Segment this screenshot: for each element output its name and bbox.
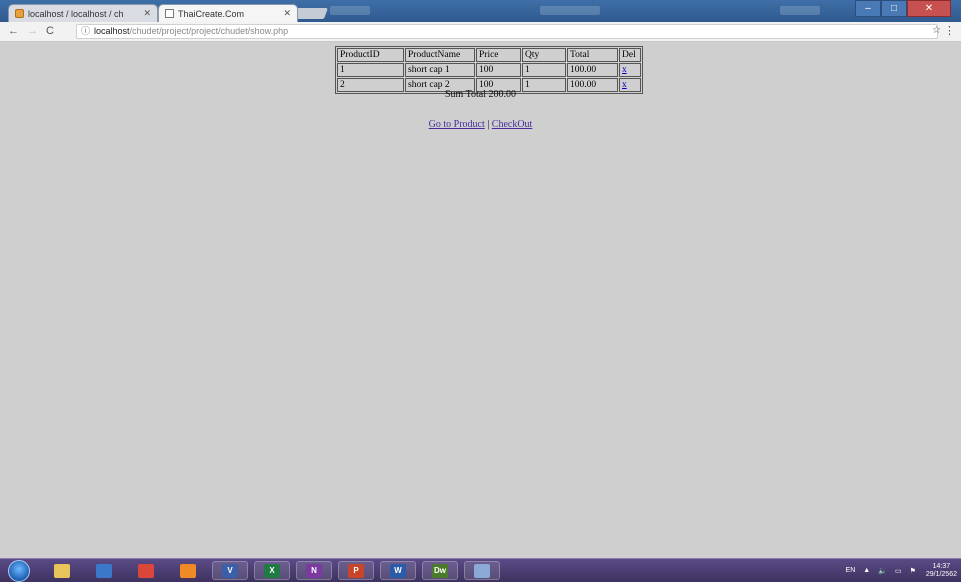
- cell-qty: 1: [522, 63, 566, 77]
- chrome-icon: [138, 563, 154, 578]
- tab-phpmyadmin[interactable]: localhost / localhost / ch ✕: [8, 4, 158, 22]
- header-product-name: ProductName: [405, 48, 475, 62]
- back-arrow-icon[interactable]: ←: [8, 24, 19, 38]
- nav-links: Go to Product | CheckOut: [0, 119, 961, 130]
- clock-time: 14:37: [932, 562, 951, 570]
- cart-table: ProductID ProductName Price Qty Total De…: [335, 46, 643, 94]
- header-total: Total: [567, 48, 618, 62]
- close-window-button[interactable]: ✕: [907, 0, 951, 17]
- blurred-region: [540, 6, 600, 15]
- taskbar-app-button[interactable]: W: [380, 561, 416, 580]
- page-icon: [165, 9, 174, 18]
- tab-title: localhost / localhost / ch: [28, 8, 124, 19]
- cell-price: 100: [476, 63, 521, 77]
- tab-title: ThaiCreate.Com: [178, 8, 245, 19]
- start-button[interactable]: [8, 560, 30, 582]
- taskbar-app-button[interactable]: [44, 561, 80, 580]
- delete-link[interactable]: x: [622, 65, 627, 75]
- taskbar-app-button[interactable]: V: [212, 561, 248, 580]
- language-indicator[interactable]: EN: [846, 567, 856, 574]
- browser-title-bar: localhost / localhost / ch ✕ ThaiCreate.…: [0, 0, 961, 22]
- bookmark-star-icon[interactable]: ☆: [932, 25, 941, 36]
- header-price: Price: [476, 48, 521, 62]
- header-qty: Qty: [522, 48, 566, 62]
- file-explorer-icon: [54, 563, 70, 578]
- taskbar-app-button[interactable]: [128, 561, 164, 580]
- header-del: Del: [619, 48, 641, 62]
- volume-icon[interactable]: 🔈: [878, 567, 887, 575]
- address-host: localhost: [94, 26, 130, 36]
- clock[interactable]: 14:37 29/1/2562: [926, 563, 957, 579]
- sum-total: Sum Total 200.00: [444, 89, 517, 100]
- table-header-row: ProductID ProductName Price Qty Total De…: [337, 48, 641, 62]
- cell-del: x: [619, 63, 641, 77]
- info-icon[interactable]: ⓘ: [81, 26, 90, 36]
- dreamweaver-icon: Dw: [432, 563, 448, 578]
- taskbar-app-button[interactable]: N: [296, 561, 332, 580]
- taskbar-app-button[interactable]: [170, 561, 206, 580]
- maximize-button[interactable]: □: [881, 0, 907, 17]
- address-bar[interactable]: ⓘ localhost/chudet/project/project/chudet…: [76, 24, 938, 39]
- firefox-icon: [180, 563, 196, 578]
- paint-icon: [474, 563, 490, 578]
- taskbar-app-button[interactable]: [464, 561, 500, 580]
- close-tab-icon[interactable]: ✕: [283, 8, 291, 19]
- browser-toolbar: ← → C ⓘ localhost/chudet/project/project/…: [0, 22, 961, 42]
- onenote-icon: N: [306, 563, 322, 578]
- network-icon[interactable]: ▭: [895, 567, 902, 575]
- taskbar: V X N P W Dw EN ▲ 🔈 ▭ ⚑ 14:37 29/1/2562: [0, 558, 961, 582]
- blurred-region: [780, 6, 820, 15]
- header-product-id: ProductID: [337, 48, 404, 62]
- link-separator: |: [487, 119, 490, 130]
- cell-product-name: short cap 1: [405, 63, 475, 77]
- media-player-icon: [96, 563, 112, 578]
- blurred-region: [330, 6, 370, 15]
- reload-icon[interactable]: C: [46, 24, 54, 38]
- visio-icon: V: [222, 563, 238, 578]
- taskbar-app-button[interactable]: X: [254, 561, 290, 580]
- table-row: 1 short cap 1 100 1 100.00 x: [337, 63, 641, 77]
- tab-thaicreate[interactable]: ThaiCreate.Com ✕: [158, 4, 298, 22]
- excel-icon: X: [264, 563, 280, 578]
- menu-dots-icon[interactable]: ⋮: [944, 24, 955, 37]
- taskbar-app-button[interactable]: Dw: [422, 561, 458, 580]
- close-tab-icon[interactable]: ✕: [143, 8, 151, 19]
- taskbar-app-button[interactable]: P: [338, 561, 374, 580]
- powerpoint-icon: P: [348, 563, 364, 578]
- system-tray: EN ▲ 🔈 ▭ ⚑ 14:37 29/1/2562: [838, 561, 957, 580]
- cell-product-id: 1: [337, 63, 404, 77]
- page-content: ProductID ProductName Price Qty Total De…: [0, 42, 961, 558]
- clock-date: 29/1/2562: [925, 570, 957, 578]
- cell-total: 100.00: [567, 63, 618, 77]
- word-icon: W: [390, 563, 406, 578]
- taskbar-app-button[interactable]: [86, 561, 122, 580]
- minimize-button[interactable]: –: [855, 0, 881, 17]
- flag-icon[interactable]: ⚑: [910, 567, 916, 575]
- phpmyadmin-icon: [15, 9, 24, 18]
- address-path: /chudet/project/project/chudet/show.php: [129, 26, 289, 36]
- checkout-link[interactable]: CheckOut: [492, 119, 533, 130]
- go-to-product-link[interactable]: Go to Product: [429, 119, 485, 130]
- window-controls: – □ ✕: [855, 0, 951, 17]
- tray-arrow-icon[interactable]: ▲: [863, 567, 870, 574]
- forward-arrow-icon[interactable]: →: [27, 24, 38, 38]
